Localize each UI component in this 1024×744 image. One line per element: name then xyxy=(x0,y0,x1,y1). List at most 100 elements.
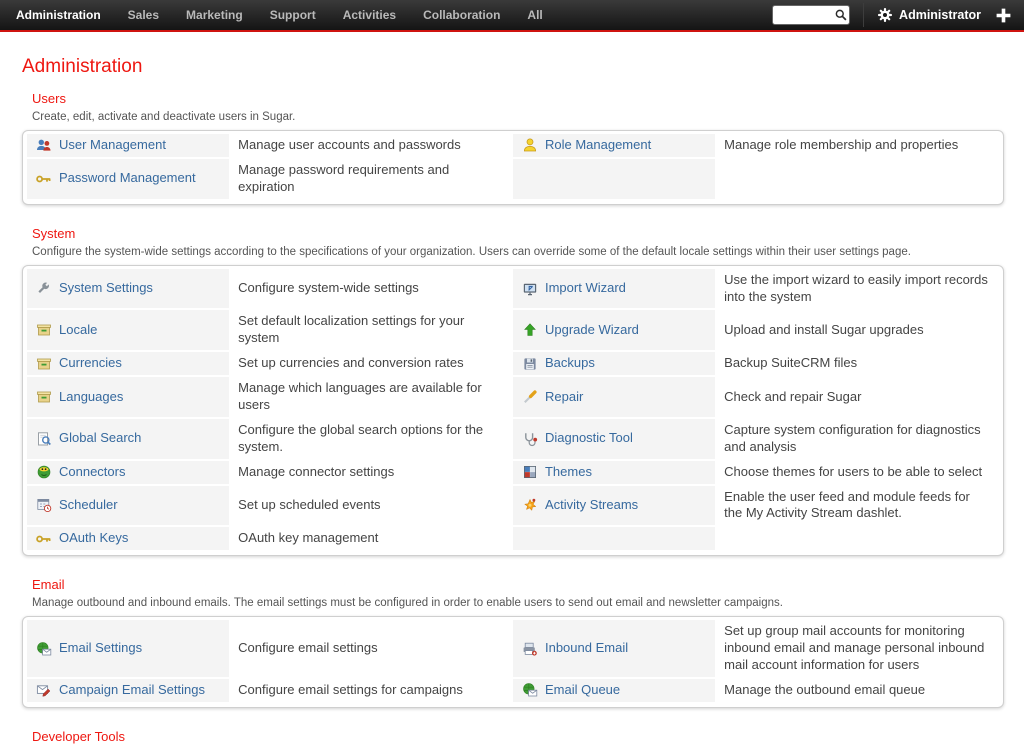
search-icon[interactable] xyxy=(834,8,848,22)
admin-item-description: Set up scheduled events xyxy=(229,486,513,528)
admin-item-description: Manage role membership and properties xyxy=(715,134,999,159)
admin-item-oauth-keys: OAuth Keys xyxy=(27,527,229,552)
admin-link-system-settings[interactable]: System Settings xyxy=(59,280,153,297)
admin-item-password-management: Password Management xyxy=(27,159,229,201)
screwdriver-icon xyxy=(522,389,538,405)
admin-link-global-search[interactable]: Global Search xyxy=(59,430,141,447)
users-icon xyxy=(36,137,52,153)
nav-item-support[interactable]: Support xyxy=(270,8,316,22)
admin-panel-users: User Management Manage user accounts and … xyxy=(22,130,1004,205)
admin-item-description: Enable the user feed and module feeds fo… xyxy=(715,486,999,528)
nav-item-sales[interactable]: Sales xyxy=(128,8,159,22)
admin-item-description: Configure email settings xyxy=(229,620,513,679)
section-email: EmailManage outbound and inbound emails.… xyxy=(22,577,1004,708)
person-icon xyxy=(522,137,538,153)
admin-item-activity-streams: Activity Streams xyxy=(513,486,715,528)
admin-item-repair: Repair xyxy=(513,377,715,419)
admin-link-password-management[interactable]: Password Management xyxy=(59,170,196,187)
admin-item-import-wizard: Import Wizard xyxy=(513,269,715,311)
admin-panel-email: Email Settings Configure email settings In… xyxy=(22,616,1004,708)
admin-item-description: Configure system-wide settings xyxy=(229,269,513,311)
admin-item-description: OAuth key management xyxy=(229,527,513,552)
admin-item-themes: Themes xyxy=(513,461,715,486)
admin-link-connectors[interactable]: Connectors xyxy=(59,464,125,481)
admin-item-inbound-email: Inbound Email xyxy=(513,620,715,679)
admin-link-user-management[interactable]: User Management xyxy=(59,137,166,154)
nav-item-all[interactable]: All xyxy=(527,8,542,22)
admin-item-description: Configure the global search options for … xyxy=(229,419,513,461)
admin-link-languages[interactable]: Languages xyxy=(59,389,123,406)
admin-item-description: Check and repair Sugar xyxy=(715,377,999,419)
admin-item-description: Backup SuiteCRM files xyxy=(715,352,999,377)
admin-link-themes[interactable]: Themes xyxy=(545,464,592,481)
package-icon xyxy=(36,322,52,338)
package-icon xyxy=(36,389,52,405)
nav-item-collaboration[interactable]: Collaboration xyxy=(423,8,500,22)
admin-item-description: Manage the outbound email queue xyxy=(715,679,999,704)
top-navbar: Administration Sales Marketing Support Activ… xyxy=(0,0,1024,32)
burst-icon xyxy=(522,497,538,513)
section-heading-users: Users xyxy=(32,91,1004,106)
section-system: SystemConfigure the system-wide settings… xyxy=(22,226,1004,557)
admin-link-locale[interactable]: Locale xyxy=(59,322,97,339)
admin-link-email-settings[interactable]: Email Settings xyxy=(59,640,142,657)
admin-item-languages: Languages xyxy=(27,377,229,419)
admin-item-description xyxy=(715,159,999,201)
wrench-icon xyxy=(36,281,52,297)
search-input[interactable] xyxy=(778,8,834,22)
page-title: Administration xyxy=(22,56,1004,78)
globe-mail-icon xyxy=(522,682,538,698)
up-arrow-icon xyxy=(522,322,538,338)
printer-mail-icon xyxy=(522,641,538,657)
admin-item-email-settings: Email Settings xyxy=(27,620,229,679)
admin-item-description: Manage user accounts and passwords xyxy=(229,134,513,159)
admin-link-scheduler[interactable]: Scheduler xyxy=(59,497,118,514)
admin-item-description: Set default localization settings for yo… xyxy=(229,310,513,352)
nav-item-administration[interactable]: Administration xyxy=(16,8,101,22)
section-developer-tools: Developer Tools xyxy=(22,729,1004,744)
admin-link-campaign-email-settings[interactable]: Campaign Email Settings xyxy=(59,682,205,699)
admin-link-role-management[interactable]: Role Management xyxy=(545,137,651,154)
nav-item-marketing[interactable]: Marketing xyxy=(186,8,243,22)
admin-link-currencies[interactable]: Currencies xyxy=(59,355,122,372)
admin-item-role-management: Role Management xyxy=(513,134,715,159)
admin-item-description: Manage password requirements and expirat… xyxy=(229,159,513,201)
admin-item-empty xyxy=(513,159,715,201)
key-icon xyxy=(36,171,52,187)
admin-item-description: Use the import wizard to easily import r… xyxy=(715,269,999,311)
admin-link-email-queue[interactable]: Email Queue xyxy=(545,682,620,699)
section-description: Create, edit, activate and deactivate us… xyxy=(32,111,1004,123)
admin-item-description: Manage connector settings xyxy=(229,461,513,486)
admin-item-currencies: Currencies xyxy=(27,352,229,377)
admin-link-import-wizard[interactable]: Import Wizard xyxy=(545,280,626,297)
admin-link-inbound-email[interactable]: Inbound Email xyxy=(545,640,628,657)
disk-icon xyxy=(522,356,538,372)
globe-mail-icon xyxy=(36,641,52,657)
quick-create-button[interactable] xyxy=(995,7,1012,24)
admin-panel-system: System Settings Configure system-wide set… xyxy=(22,265,1004,557)
admin-item-description: Choose themes for users to be able to se… xyxy=(715,461,999,486)
main-menu: Administration Sales Marketing Support Activ… xyxy=(16,8,543,22)
admin-item-description: Upload and install Sugar upgrades xyxy=(715,310,999,352)
nav-item-activities[interactable]: Activities xyxy=(343,8,396,22)
admin-item-global-search: Global Search xyxy=(27,419,229,461)
user-menu[interactable]: Administrator xyxy=(877,7,981,23)
admin-item-connectors: Connectors xyxy=(27,461,229,486)
admin-link-activity-streams[interactable]: Activity Streams xyxy=(545,497,638,514)
admin-sections: Users Create, edit, activate and deactiva… xyxy=(22,91,1004,744)
admin-item-campaign-email-settings: Campaign Email Settings xyxy=(27,679,229,704)
admin-link-repair[interactable]: Repair xyxy=(545,389,583,406)
admin-link-oauth-keys[interactable]: OAuth Keys xyxy=(59,530,128,547)
global-search-box[interactable] xyxy=(772,5,850,25)
navbar-right: Administrator xyxy=(772,3,1014,27)
admin-item-system-settings: System Settings xyxy=(27,269,229,311)
admin-item-description: Capture system configuration for diagnos… xyxy=(715,419,999,461)
admin-item-upgrade-wizard: Upgrade Wizard xyxy=(513,310,715,352)
admin-link-diagnostic-tool[interactable]: Diagnostic Tool xyxy=(545,430,633,447)
mail-pencil-icon xyxy=(36,682,52,698)
admin-link-upgrade-wizard[interactable]: Upgrade Wizard xyxy=(545,322,639,339)
admin-item-empty xyxy=(513,527,715,552)
theme-grid-icon xyxy=(522,464,538,480)
navbar-divider xyxy=(863,3,864,27)
admin-link-backups[interactable]: Backups xyxy=(545,355,595,372)
